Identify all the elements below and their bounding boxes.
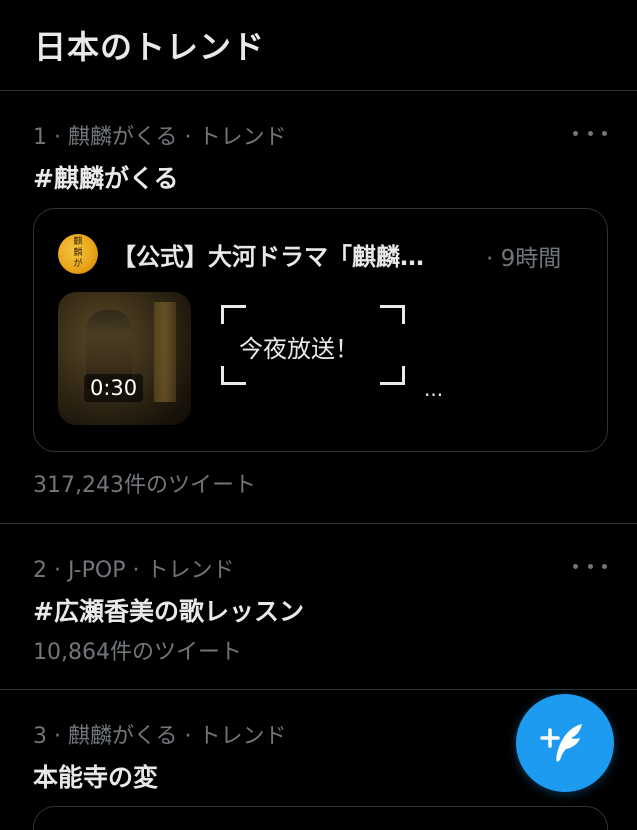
tweet-author[interactable]: 【公式】大河ドラマ「麒麟… <box>112 237 424 272</box>
avatar[interactable]: 麒麟が <box>58 234 98 274</box>
avatar-logo: 麒麟が <box>73 237 83 269</box>
more-dots-icon <box>573 130 578 136</box>
more-dot <box>587 130 593 136</box>
more-options-button[interactable] <box>573 556 607 576</box>
tweet-card[interactable] <box>33 806 608 830</box>
frame-corner <box>380 305 405 324</box>
trend-name: #麒麟がくる <box>33 164 179 193</box>
video-thumbnail[interactable]: 0:30 <box>58 292 191 425</box>
trends-header: 日本のトレンド <box>0 0 637 91</box>
more-dot <box>602 130 607 136</box>
more-dots-icon <box>573 563 578 569</box>
more-dot <box>587 563 593 569</box>
more-dot <box>602 563 607 569</box>
tweet-count: 317,243件のツイート <box>33 473 256 498</box>
trend-meta: 2 · J-POP · トレンド <box>33 558 235 583</box>
thumbnail-background <box>154 302 176 402</box>
trend-name: #広瀬香美の歌レッスン <box>33 597 304 626</box>
trends-page: 日本のトレンド 1 · 麒麟がくる · トレンド #麒麟がくる 317,243件… <box>0 0 637 830</box>
compose-tweet-button[interactable] <box>516 694 614 792</box>
frame-corner <box>221 366 246 385</box>
trend-name: 本能寺の変 <box>33 763 159 792</box>
trend-meta: 3 · 麒麟がくる · トレンド <box>33 724 287 749</box>
tweet-card[interactable]: 麒麟が 【公式】大河ドラマ「麒麟… · 9時間 0:30 今夜放送！ ... <box>33 208 608 452</box>
tweet-time: · 9時間 <box>486 246 562 272</box>
frame-corner <box>221 305 246 324</box>
tweet-text-ellipsis: ... <box>424 377 444 401</box>
video-duration: 0:30 <box>84 374 144 402</box>
page-title: 日本のトレンド <box>34 28 266 66</box>
tweet-text-frame: 今夜放送！ <box>221 305 405 385</box>
frame-corner <box>380 366 405 385</box>
trend-item-2[interactable]: 2 · J-POP · トレンド #広瀬香美の歌レッスン 10,864件のツイー… <box>0 524 637 690</box>
more-options-button[interactable] <box>573 123 607 143</box>
tweet-text: 今夜放送！ <box>239 335 359 363</box>
tweet-count: 10,864件のツイート <box>33 640 242 665</box>
trend-meta: 1 · 麒麟がくる · トレンド <box>33 125 287 150</box>
compose-tweet-icon <box>540 724 582 762</box>
